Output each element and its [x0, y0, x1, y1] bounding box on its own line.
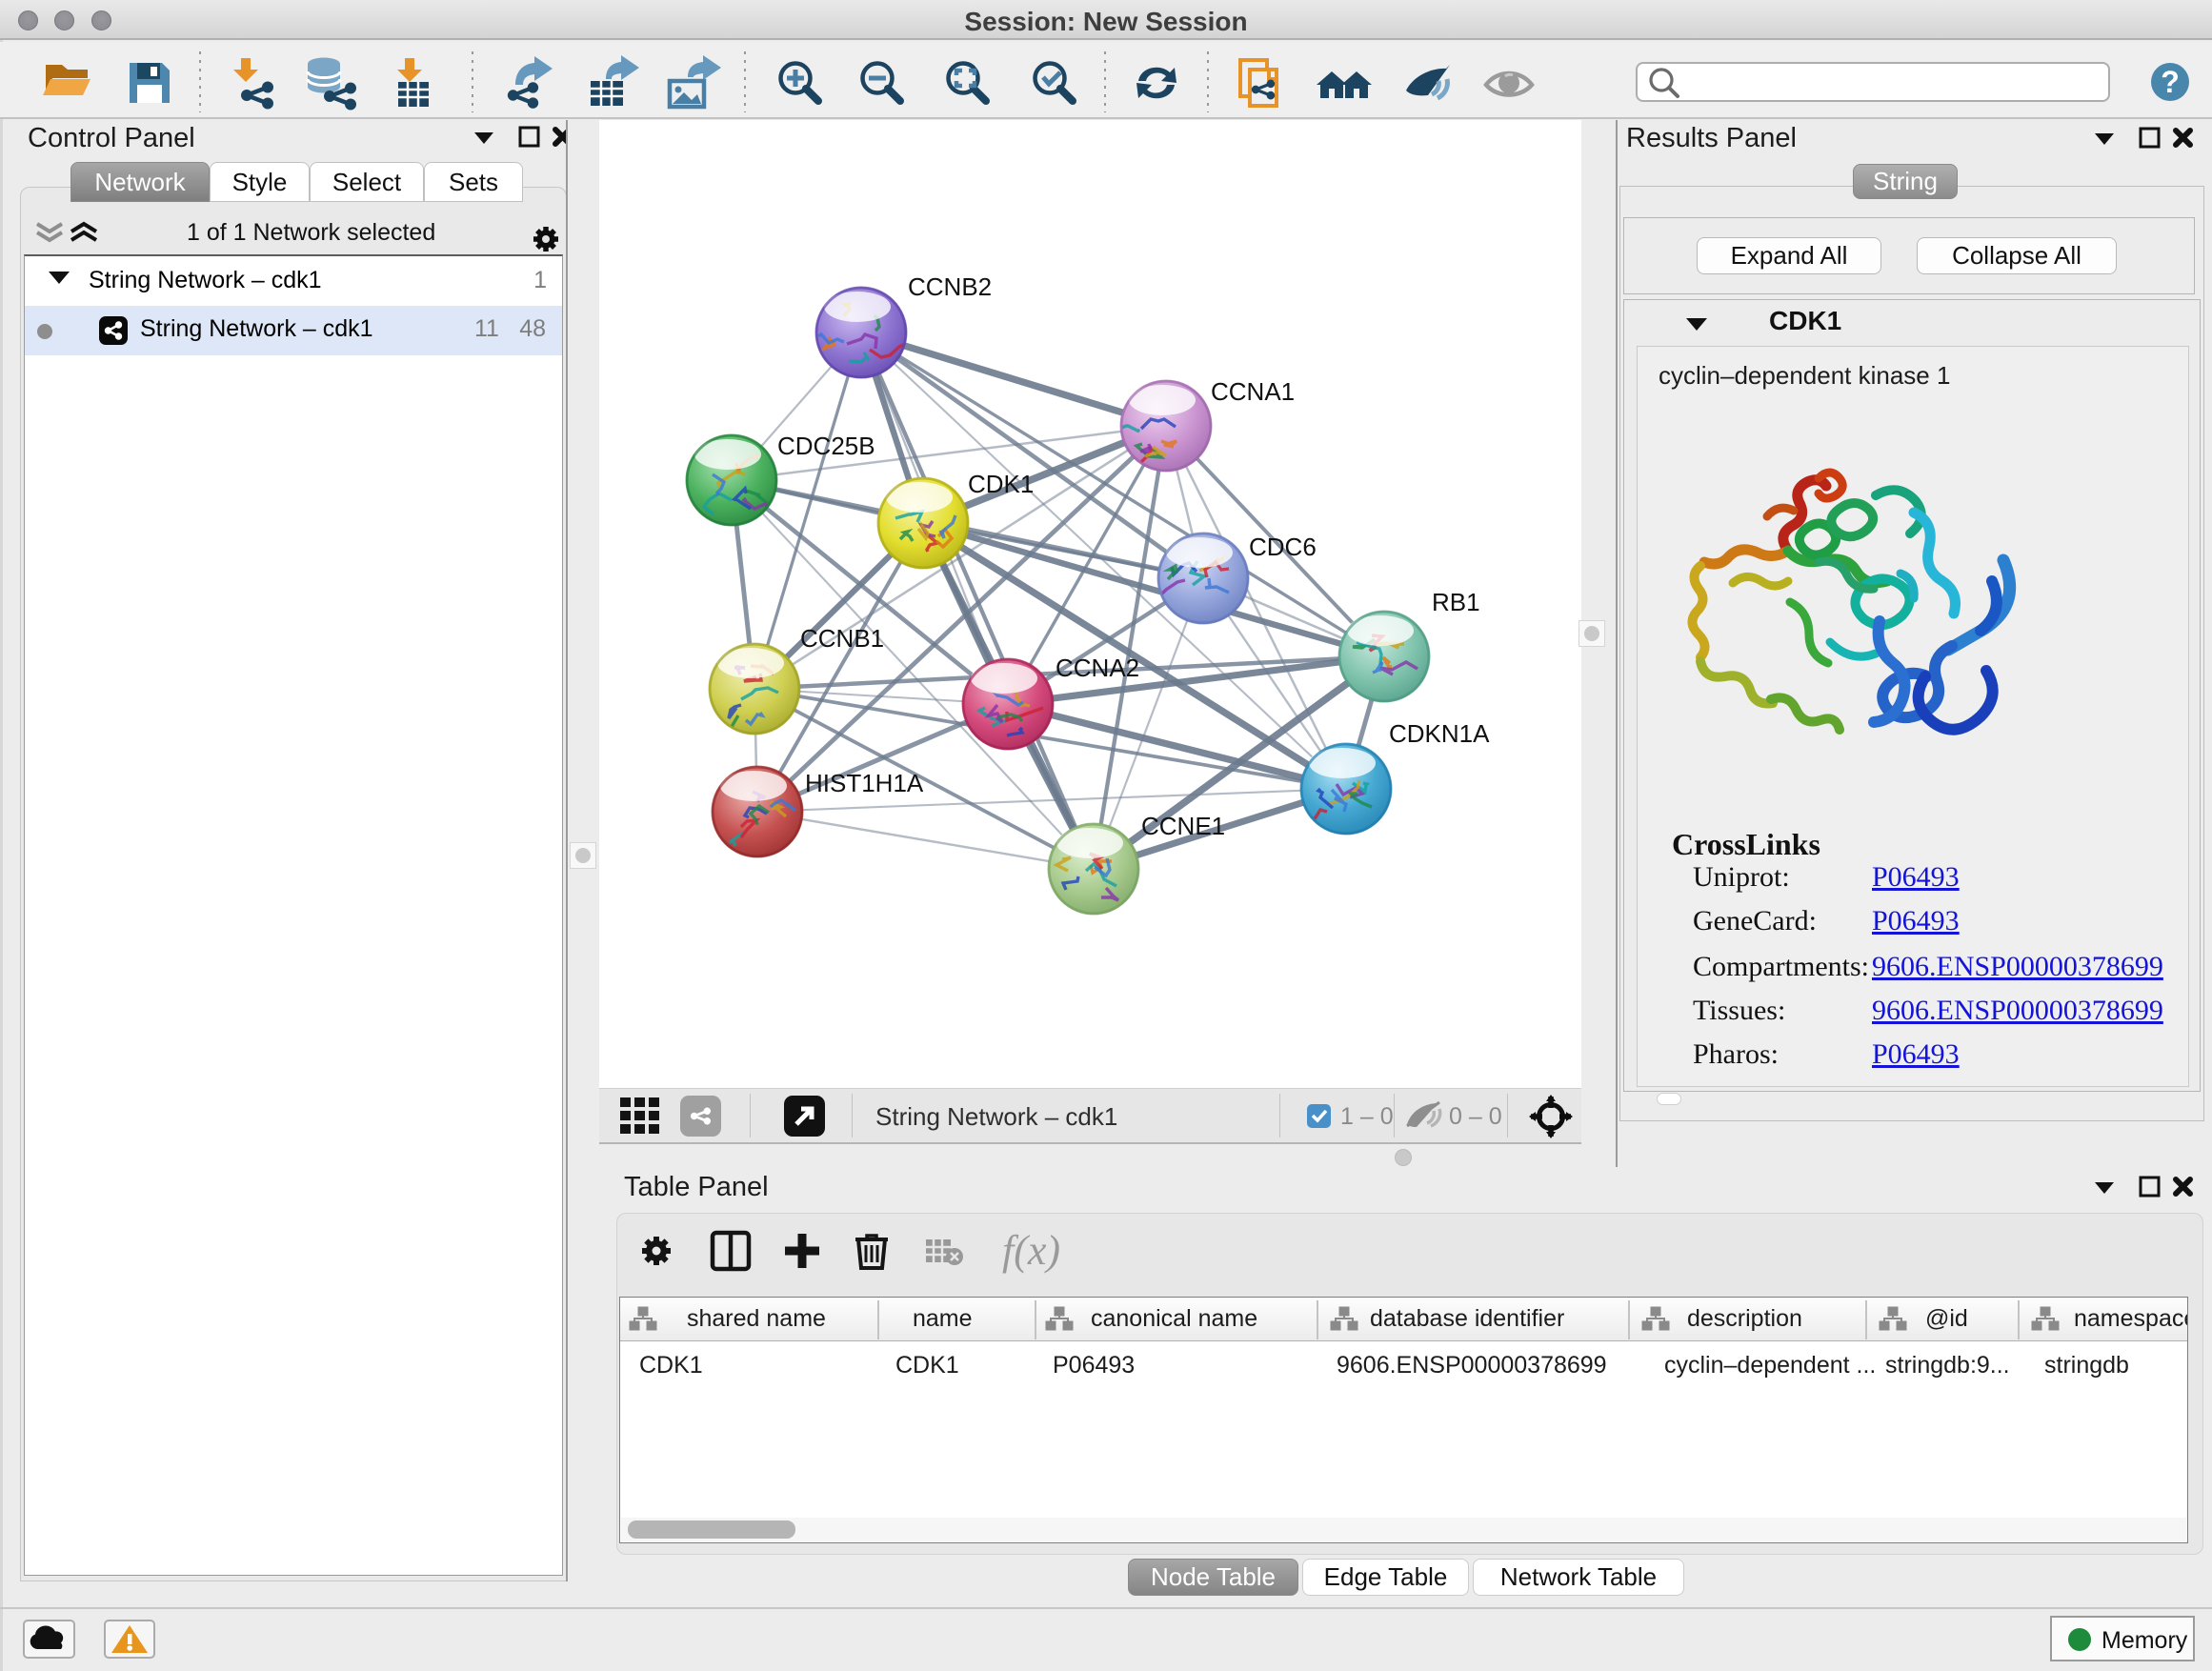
svg-text:CCNB2: CCNB2 — [908, 272, 992, 301]
svg-text:HIST1H1A: HIST1H1A — [805, 769, 924, 797]
svg-text:CDC6: CDC6 — [1249, 533, 1317, 561]
svg-text:CCNB1: CCNB1 — [800, 624, 884, 653]
svg-text:CDC25B: CDC25B — [777, 432, 875, 460]
svg-text:CCNE1: CCNE1 — [1141, 812, 1225, 840]
svg-text:CDK1: CDK1 — [968, 470, 1034, 498]
svg-text:CCNA1: CCNA1 — [1211, 377, 1295, 406]
svg-text:CCNA2: CCNA2 — [1056, 654, 1139, 682]
svg-text:RB1: RB1 — [1432, 588, 1480, 616]
svg-text:f(x): f(x) — [1002, 1227, 1060, 1274]
svg-text:CDKN1A: CDKN1A — [1389, 719, 1490, 748]
svg-text:?: ? — [2161, 65, 2180, 99]
